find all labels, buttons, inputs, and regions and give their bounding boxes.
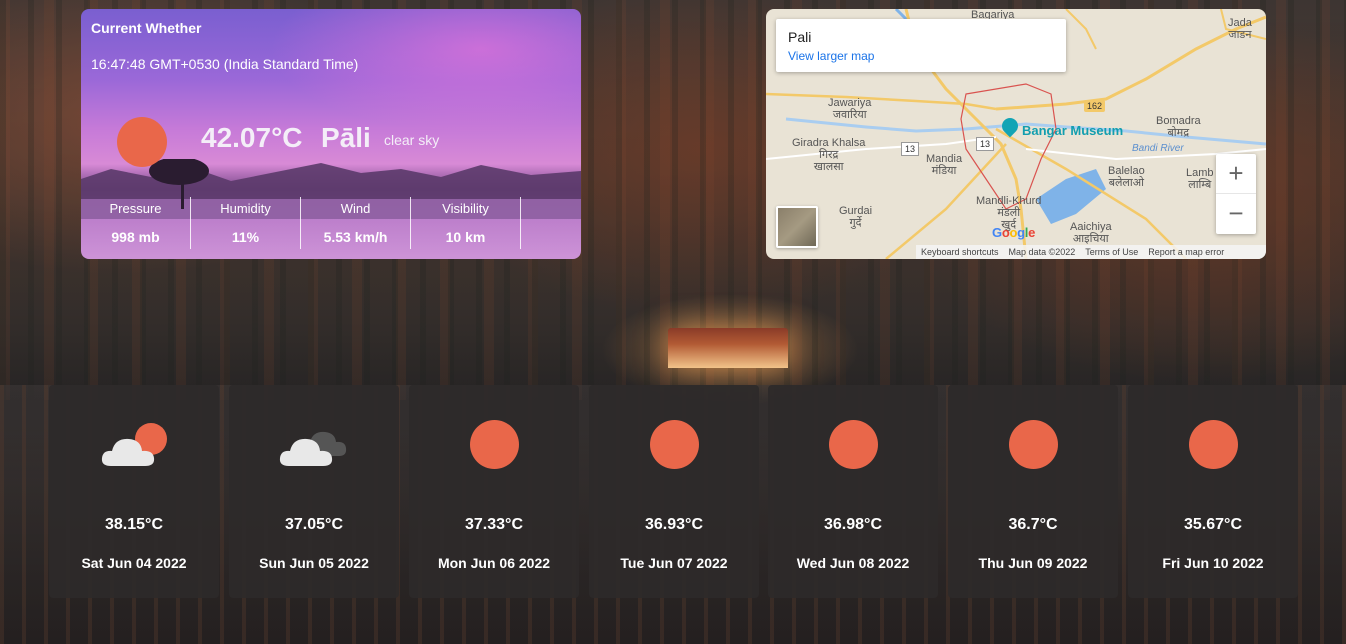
satellite-toggle-button[interactable] [776, 206, 818, 248]
forecast-date: Sun Jun 05 2022 [259, 555, 369, 571]
weather-description: clear sky [384, 132, 440, 148]
forecast-temperature: 36.7°C [1008, 516, 1058, 533]
view-larger-map-link[interactable]: View larger map [788, 49, 874, 63]
background-cabin [668, 328, 788, 368]
weather-icon [409, 420, 579, 470]
museum-label[interactable]: Bangar Museum [1022, 123, 1123, 138]
cloud-overcast-icon [229, 420, 399, 470]
forecast-card: 36.7°C Thu Jun 09 2022 [948, 385, 1118, 598]
current-weather-card: Current Whether 16:47:48 GMT+0530 (India… [81, 9, 581, 259]
stat-humidity: Humidity 11% [191, 197, 301, 249]
sun-icon [470, 420, 519, 469]
stat-value: 5.53 km/h [323, 229, 388, 245]
sun-icon [1009, 420, 1058, 469]
map-label-giradra-khalsa: Giradra Khalsa गिरद्र खालसा [792, 137, 866, 173]
embedded-map[interactable]: Bagariyaबगरिया Jadaजाडन Jawariyaजवारिया … [766, 9, 1266, 259]
zoom-out-button[interactable]: − [1216, 194, 1256, 234]
forecast-date: Mon Jun 06 2022 [437, 555, 551, 571]
road-shield-13: 13 [901, 142, 920, 156]
sun-icon [829, 420, 878, 469]
forecast-date: Sat Jun 04 2022 [81, 555, 187, 571]
weather-icon [948, 420, 1118, 470]
forecast-temperature: 36.98°C [824, 516, 882, 533]
forecast-card: 38.15°C Sat Jun 04 2022 [49, 385, 219, 598]
map-label-jada: Jada जाडन [1228, 17, 1252, 41]
zoom-controls: + − [1216, 154, 1256, 234]
forecast-date: Fri Jun 10 2022 [1162, 555, 1264, 571]
weather-icon [1128, 420, 1298, 470]
map-place-name: Pali [788, 29, 812, 45]
stat-visibility: Visibility 10 km [411, 197, 521, 249]
forecast-temperature: 38.15°C [105, 516, 163, 533]
forecast-card: 36.98°C Wed Jun 08 2022 [768, 385, 938, 598]
stat-value: 11% [231, 229, 260, 245]
google-logo: Google [992, 225, 1036, 240]
cloud-sun-icon [49, 420, 219, 470]
stat-wind: Wind 5.53 km/h [301, 197, 411, 249]
map-data-text: Map data ©2022 [1008, 247, 1076, 257]
map-footer: Keyboard shortcuts Map data ©2022 Terms … [916, 245, 1266, 259]
stat-pressure: Pressure 998 mb [81, 197, 191, 249]
stat-label: Wind [340, 201, 371, 216]
stat-value: 998 mb [111, 229, 160, 245]
stat-label: Pressure [109, 201, 162, 216]
stat-label: Visibility [442, 201, 489, 216]
stat-label: Humidity [220, 201, 271, 216]
map-label-gurdai: Gurdai गुर्दे [839, 205, 873, 229]
map-label-bandi-river: Bandi River [1132, 143, 1184, 154]
map-label-jawariya: Jawariya जवारिया [828, 97, 872, 121]
zoom-in-button[interactable]: + [1216, 154, 1256, 194]
map-label-aaichiya: Aaichiya आइचिया [1070, 221, 1112, 245]
terms-of-use-link[interactable]: Terms of Use [1085, 245, 1138, 259]
forecast-date: Tue Jun 07 2022 [620, 555, 728, 571]
forecast-temperature: 36.93°C [645, 516, 703, 533]
forecast-date: Thu Jun 09 2022 [978, 555, 1088, 571]
keyboard-shortcuts-link[interactable]: Keyboard shortcuts [921, 245, 999, 259]
weather-stats: Pressure 998 mb Humidity 11% Wind 5.53 k… [81, 197, 581, 249]
forecast-temperature: 37.05°C [285, 516, 343, 533]
road-shield-13: 13 [976, 137, 995, 151]
map-label-balelao: Balelao बलेलाओ [1108, 165, 1145, 189]
stat-value: 10 km [445, 229, 486, 245]
map-label-lamba: Lamb लाम्बि [1186, 167, 1214, 191]
report-map-error-link[interactable]: Report a map error [1148, 245, 1224, 259]
sun-icon [650, 420, 699, 469]
forecast-temperature: 37.33°C [465, 516, 523, 533]
forecast-card: 37.33°C Mon Jun 06 2022 [409, 385, 579, 598]
current-temperature: 42.07°C [201, 122, 303, 153]
forecast-temperature: 35.67°C [1184, 516, 1242, 533]
map-info-box: Pali View larger map [776, 19, 1066, 72]
forecast-card: 36.93°C Tue Jun 07 2022 [589, 385, 759, 598]
current-weather-title: Current Whether [91, 20, 202, 36]
forecast-card: 37.05°C Sun Jun 05 2022 [229, 385, 399, 598]
sun-icon [117, 117, 167, 167]
current-time: 16:47:48 GMT+0530 (India Standard Time) [91, 56, 359, 72]
map-label-mandia: Mandia मंडिया [926, 153, 963, 177]
road-shield-162: 162 [1084, 100, 1106, 112]
sun-icon [1189, 420, 1238, 469]
weather-icon [589, 420, 759, 470]
forecast-card: 35.67°C Fri Jun 10 2022 [1128, 385, 1298, 598]
map-label-bomadra: Bomadra बोमद्र [1156, 115, 1201, 139]
forecast-date: Wed Jun 08 2022 [796, 555, 910, 571]
weather-icon [768, 420, 938, 470]
city-name: Pāli [321, 122, 371, 153]
